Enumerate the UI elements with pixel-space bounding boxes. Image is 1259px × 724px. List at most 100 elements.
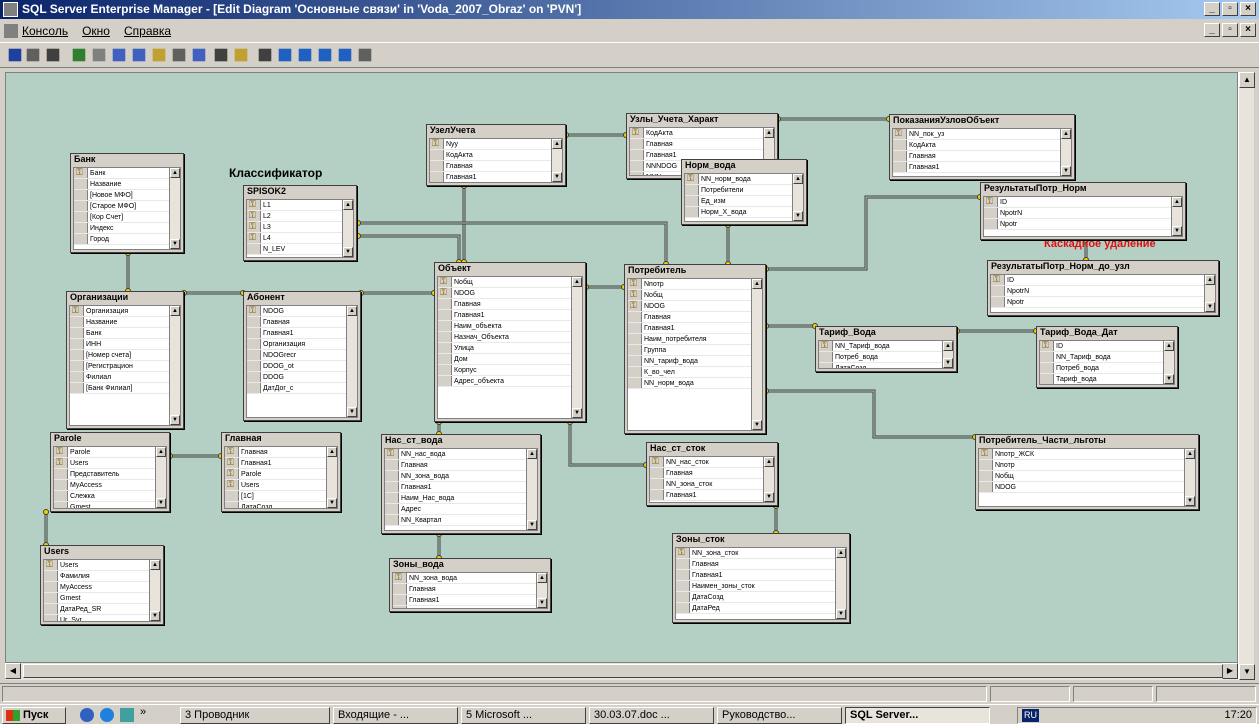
scroll-up-icon[interactable] [1205, 275, 1215, 285]
column-row[interactable]: Npotr [991, 297, 1215, 308]
relationship-line[interactable] [766, 389, 975, 439]
column-scrollbar[interactable] [763, 457, 774, 502]
column-row[interactable]: NpotrN [991, 286, 1215, 297]
scroll-up-icon[interactable] [752, 279, 762, 289]
column-row[interactable]: ИНН [70, 339, 180, 350]
column-scrollbar[interactable] [536, 573, 547, 608]
toolbar-button-icon[interactable] [152, 48, 166, 62]
scroll-up-icon[interactable] [1172, 197, 1182, 207]
column-row[interactable]: NN_тариф_вода [628, 356, 762, 367]
mdi-close-button[interactable]: × [1240, 23, 1256, 37]
table-title[interactable]: Тариф_Вода [816, 327, 956, 338]
table-20[interactable]: Зоны_вода NN_зона_водаГлавнаяГлавная1Наим [389, 558, 551, 612]
primary-key-column[interactable]: ID [984, 197, 1182, 208]
column-list[interactable]: БанкНазвание[Новое МФО][Старое МФО][Кор … [73, 167, 181, 250]
primary-key-column[interactable]: Nпотр [628, 279, 762, 290]
column-list[interactable]: NN_зона_стокГлавнаяГлавная1Наимен_зоны_с… [675, 547, 847, 620]
column-row[interactable]: MyAccess [54, 480, 166, 491]
primary-key-column[interactable]: NN_нас_вода [385, 449, 537, 460]
column-list[interactable]: UsersФамилияMyAccessGmestДатаРед_SRUr_Sv… [43, 559, 161, 622]
toolbar-button-icon[interactable] [46, 48, 60, 62]
column-row[interactable]: Название [70, 317, 180, 328]
menu-window[interactable]: Окно [82, 20, 110, 42]
table-title[interactable]: Parole [51, 433, 169, 444]
primary-key-column[interactable]: КодАкта [630, 128, 774, 139]
scroll-up-icon[interactable] [150, 560, 160, 570]
scroll-down-icon[interactable] [537, 598, 547, 608]
taskbar-microsoft[interactable]: 5 Microsoft ... [461, 707, 586, 724]
toolbar-button-icon[interactable] [214, 48, 228, 62]
scroll-down-icon[interactable] [1205, 302, 1215, 312]
column-row[interactable]: Главная1 [893, 162, 1071, 173]
column-row[interactable]: Индекс [74, 223, 180, 234]
column-row[interactable]: Наим_объекта [438, 321, 582, 332]
column-row[interactable]: [Кор Счет] [74, 212, 180, 223]
column-list[interactable]: NN_Тариф_водаПотреб_водаДатаСозд [818, 340, 954, 369]
column-list[interactable]: NпотрNобщNDOGГлавнаяГлавная1Наим_потреби… [627, 278, 763, 431]
column-row[interactable]: Ед_изм [685, 196, 803, 207]
primary-key-column[interactable]: Банк [74, 168, 180, 179]
column-row[interactable]: Слежка [54, 491, 166, 502]
column-scrollbar[interactable] [326, 447, 337, 508]
menu-help[interactable]: Справка [124, 20, 171, 42]
toolbar-button-icon[interactable] [278, 48, 292, 62]
column-row[interactable]: Улица [438, 343, 582, 354]
table-title[interactable]: Users [41, 546, 163, 557]
column-row[interactable]: Главная1 [393, 595, 547, 606]
column-scrollbar[interactable] [346, 306, 357, 417]
column-row[interactable]: ДатаСозд [225, 502, 337, 508]
column-row[interactable]: Наимен_зоны_сток [676, 581, 846, 592]
table-title[interactable]: Тариф_Вода_Дат [1037, 327, 1177, 338]
table-18[interactable]: Нас_ст_сток NN_нас_стокГлавнаяNN_зона_сто… [646, 442, 778, 506]
relationship-line[interactable] [358, 234, 461, 262]
primary-key-column[interactable]: Nобщ [628, 290, 762, 301]
column-scrollbar[interactable] [342, 200, 353, 257]
scroll-up-icon[interactable] [552, 139, 562, 149]
table-title[interactable]: РезультатыПотр_Норм_до_узл [988, 261, 1218, 272]
scroll-down-icon[interactable] [793, 211, 803, 221]
column-row[interactable]: [Старое МФО] [74, 201, 180, 212]
primary-key-column[interactable]: Parole [54, 447, 166, 458]
column-row[interactable]: Главная [676, 559, 846, 570]
table-7[interactable]: РезультатыПотр_Норм_до_узл IDNpotrNNpotr [987, 260, 1219, 316]
toolbar-button-icon[interactable] [234, 48, 248, 62]
scroll-down-icon[interactable] [343, 247, 353, 257]
column-row[interactable]: Главная1 [650, 490, 774, 501]
column-row[interactable]: MyAccess [44, 582, 160, 593]
table-15[interactable]: ParoleParoleUsersПредставительMyAccessСл… [50, 432, 170, 512]
column-scrollbar[interactable] [1184, 449, 1195, 506]
close-button[interactable]: × [1240, 2, 1256, 16]
scroll-down-icon[interactable] [150, 611, 160, 621]
desktop-icon[interactable] [120, 708, 134, 722]
column-row[interactable]: Дом [438, 354, 582, 365]
column-row[interactable]: К_во_чел [628, 367, 762, 378]
column-row[interactable]: NN_зона_сток [650, 479, 774, 490]
column-row[interactable]: Адрес [385, 504, 537, 515]
column-scrollbar[interactable] [155, 447, 166, 508]
scroll-up-icon[interactable] [943, 341, 953, 351]
primary-key-column[interactable]: NN_зона_сток [676, 548, 846, 559]
column-row[interactable]: Npotr [984, 219, 1182, 230]
media-icon[interactable] [100, 708, 114, 722]
primary-key-column[interactable]: NN_зона_вода [393, 573, 547, 584]
column-list[interactable]: NN_пок_узКодАктаГлавнаяГлавная1 [892, 128, 1072, 177]
column-row[interactable]: ДатаРед [676, 603, 846, 614]
primary-key-column[interactable]: Главная1 [225, 458, 337, 469]
column-row[interactable]: DDOG [247, 372, 357, 383]
column-row[interactable]: Nобщ [979, 471, 1195, 482]
column-row[interactable]: КодАкта [430, 150, 562, 161]
table-12[interactable]: Тариф_Вода NN_Тариф_водаПотреб_водаДатаСо… [815, 326, 957, 372]
scroll-up-icon[interactable] [527, 449, 537, 459]
table-9[interactable]: Абонент NDOGГлавнаяГлавная1ОрганизацияNDO… [243, 291, 361, 421]
column-row[interactable]: NN_Квартал [385, 515, 537, 526]
scroll-right-button[interactable]: ▶ [1222, 663, 1238, 679]
table-title[interactable]: Нас_ст_сток [647, 443, 777, 454]
scroll-down-icon[interactable] [752, 420, 762, 430]
scroll-up-icon[interactable] [764, 128, 774, 138]
table-4[interactable]: ПоказанияУзловОбъектNN_пок_узКодАктаГлав… [889, 114, 1075, 180]
column-scrollbar[interactable] [1060, 129, 1071, 176]
column-list[interactable]: NN_зона_водаГлавнаяГлавная1Наим [392, 572, 548, 609]
toolbar-button-icon[interactable] [318, 48, 332, 62]
column-scrollbar[interactable] [1204, 275, 1215, 312]
column-row[interactable]: Gmest [54, 502, 166, 508]
